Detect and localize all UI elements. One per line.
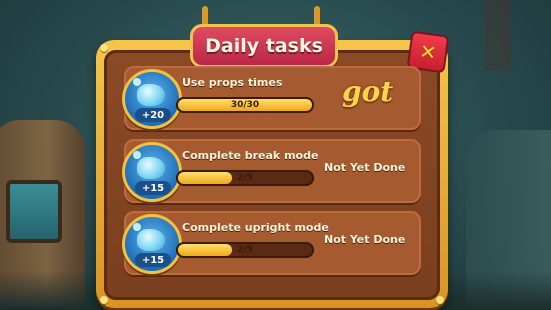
claim-got-button[interactable]: got	[342, 75, 393, 108]
status-not-done: Not Yet Done	[324, 233, 406, 246]
title-banner: Daily tasks	[190, 24, 338, 68]
task-label: Complete upright mode	[182, 221, 329, 234]
background-pipe	[485, 0, 511, 70]
reward-amount: +20	[135, 108, 171, 122]
close-icon: ✕	[418, 38, 438, 66]
dialog-title: Daily tasks	[205, 35, 323, 57]
progress-text: 2/5	[237, 173, 253, 183]
task-label: Complete break mode	[182, 149, 319, 162]
background-screen	[6, 180, 62, 243]
task-row-upright-mode: +15 Complete upright mode 2/5 Not Yet Do…	[122, 211, 421, 275]
reward-badge: +20	[122, 69, 182, 129]
bubble-icon	[133, 78, 141, 86]
blue-gem-icon	[137, 84, 165, 106]
bubble-icon	[133, 223, 141, 231]
blue-gem-icon	[137, 157, 165, 179]
task-row-break-mode: +15 Complete break mode 2/5 Not Yet Done	[122, 139, 421, 203]
progress-bar: 30/30	[176, 97, 314, 113]
bubble-icon	[133, 151, 141, 159]
reward-badge: +15	[122, 214, 182, 274]
blue-gem-icon	[137, 229, 165, 251]
reward-amount: +15	[135, 181, 171, 195]
reward-amount: +15	[135, 253, 171, 267]
progress-bar: 2/5	[176, 170, 314, 186]
task-row-use-props: +20 Use props times 30/30 got	[122, 66, 421, 130]
progress-text: 30/30	[230, 100, 260, 110]
progress-text: 2/5	[237, 245, 253, 255]
reward-badge: +15	[122, 142, 182, 202]
progress-bar: 2/5	[176, 242, 314, 258]
task-label: Use props times	[182, 76, 283, 89]
status-not-done: Not Yet Done	[324, 161, 406, 174]
